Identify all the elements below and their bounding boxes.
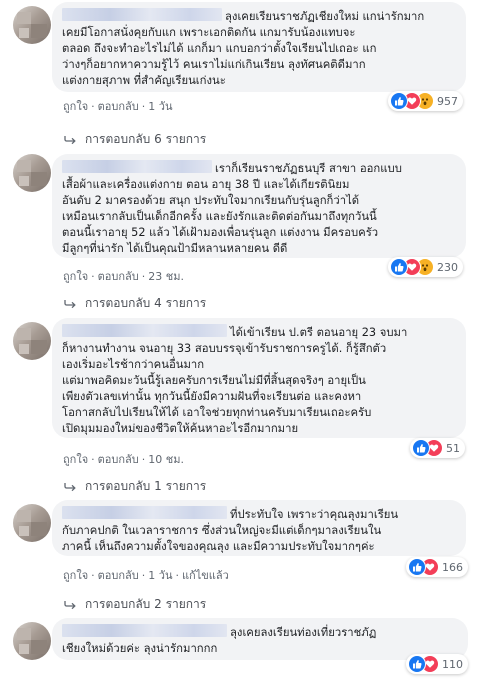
comment-actions: ถูกใจ · ตอบกลับ · 23 ชม. — [63, 267, 184, 285]
view-replies-link[interactable]: การตอบกลับ 6 รายการ — [63, 130, 206, 149]
reply-arrow-icon — [63, 600, 77, 610]
replies-label[interactable]: การตอบกลับ 2 รายการ — [85, 595, 206, 614]
reply-arrow-icon — [63, 482, 77, 492]
reply-link[interactable]: ตอบกลับ — [98, 267, 139, 285]
reply-arrow-icon — [63, 299, 77, 309]
commenter-name[interactable] — [62, 624, 227, 637]
like-link[interactable]: ถูกใจ — [63, 267, 88, 285]
comment-text: ลุงเคยเรียนราชภัฏเชียงใหม่ แกน่ารักมาก เ… — [62, 8, 425, 87]
timestamp[interactable]: 1 วัน — [148, 97, 172, 115]
reply-arrow-icon — [63, 135, 77, 145]
comment-text: ได้เข้าเรียน ป.ตรี ตอนอายุ 23 จบมา ก็หาง… — [62, 324, 408, 435]
comment-bubble: ลุงเคยลงเรียนท่องเที่ยวราชภัฏ เชียงใหม่ด… — [52, 618, 468, 660]
avatar[interactable] — [13, 6, 51, 44]
comment-actions: ถูกใจ · ตอบกลับ · 10 ชม. — [63, 450, 184, 468]
reaction-summary[interactable]: 957 — [388, 91, 463, 111]
reaction-summary[interactable]: 110 — [406, 654, 468, 674]
replies-label[interactable]: การตอบกลับ 4 รายการ — [85, 294, 206, 313]
reaction-summary[interactable]: 230 — [388, 257, 463, 277]
commenter-name[interactable] — [62, 8, 222, 21]
like-reaction-icon — [412, 439, 430, 457]
reply-link[interactable]: ตอบกลับ — [98, 450, 139, 468]
timestamp[interactable]: 1 วัน — [148, 566, 172, 584]
edited-label[interactable]: แก้ไขแล้ว — [182, 566, 229, 584]
like-link[interactable]: ถูกใจ — [63, 97, 88, 115]
comment-actions: ถูกใจ · ตอบกลับ · 1 วัน · แก้ไขแล้ว — [63, 566, 229, 584]
comment-thread: ลุงเคยเรียนราชภัฏเชียงใหม่ แกน่ารักมาก เ… — [0, 0, 498, 693]
commenter-name[interactable] — [62, 160, 212, 173]
comment-text: เราก็เรียนราชภัฏธนบุรี สาขา ออกแบบ เสื้อ… — [62, 160, 402, 255]
comment-text: ที่ประทับใจ เพราะว่าคุณลุงมาเรียน กับภาค… — [62, 506, 399, 553]
avatar[interactable] — [13, 504, 51, 542]
comment-bubble: ลุงเคยเรียนราชภัฏเชียงใหม่ แกน่ารักมาก เ… — [52, 2, 466, 92]
view-replies-link[interactable]: การตอบกลับ 2 รายการ — [63, 595, 206, 614]
timestamp[interactable]: 10 ชม. — [148, 450, 184, 468]
reaction-count: 51 — [446, 441, 460, 455]
reaction-summary[interactable]: 51 — [410, 438, 465, 458]
timestamp[interactable]: 23 ชม. — [148, 267, 184, 285]
reaction-count: 110 — [442, 657, 463, 671]
commenter-name[interactable] — [62, 324, 227, 337]
replies-label[interactable]: การตอบกลับ 6 รายการ — [85, 130, 206, 149]
view-replies-link[interactable]: การตอบกลับ 1 รายการ — [63, 477, 206, 496]
avatar[interactable] — [13, 322, 51, 360]
comment-bubble: เราก็เรียนราชภัฏธนบุรี สาขา ออกแบบ เสื้อ… — [52, 154, 466, 258]
reply-link[interactable]: ตอบกลับ — [98, 566, 139, 584]
reaction-count: 166 — [442, 560, 463, 574]
comment-text: ลุงเคยลงเรียนท่องเที่ยวราชภัฏ เชียงใหม่ด… — [62, 624, 377, 655]
comment-actions: ถูกใจ · ตอบกลับ · 1 วัน — [63, 97, 172, 115]
view-replies-link[interactable]: การตอบกลับ 4 รายการ — [63, 294, 206, 313]
like-link[interactable]: ถูกใจ — [63, 566, 88, 584]
reply-link[interactable]: ตอบกลับ — [98, 97, 139, 115]
like-reaction-icon — [390, 258, 408, 276]
comment-bubble: ได้เข้าเรียน ป.ตรี ตอนอายุ 23 จบมา ก็หาง… — [52, 318, 466, 438]
replies-label[interactable]: การตอบกลับ 1 รายการ — [85, 477, 206, 496]
commenter-name[interactable] — [62, 506, 227, 519]
like-reaction-icon — [408, 655, 426, 673]
like-reaction-icon — [408, 558, 426, 576]
comment-bubble: ที่ประทับใจ เพราะว่าคุณลุงมาเรียน กับภาค… — [52, 500, 466, 556]
reaction-count: 230 — [437, 260, 458, 274]
avatar[interactable] — [13, 154, 51, 192]
like-reaction-icon — [390, 92, 408, 110]
reaction-summary[interactable]: 166 — [406, 557, 468, 577]
avatar[interactable] — [13, 622, 51, 660]
reaction-count: 957 — [437, 94, 458, 108]
like-link[interactable]: ถูกใจ — [63, 450, 88, 468]
